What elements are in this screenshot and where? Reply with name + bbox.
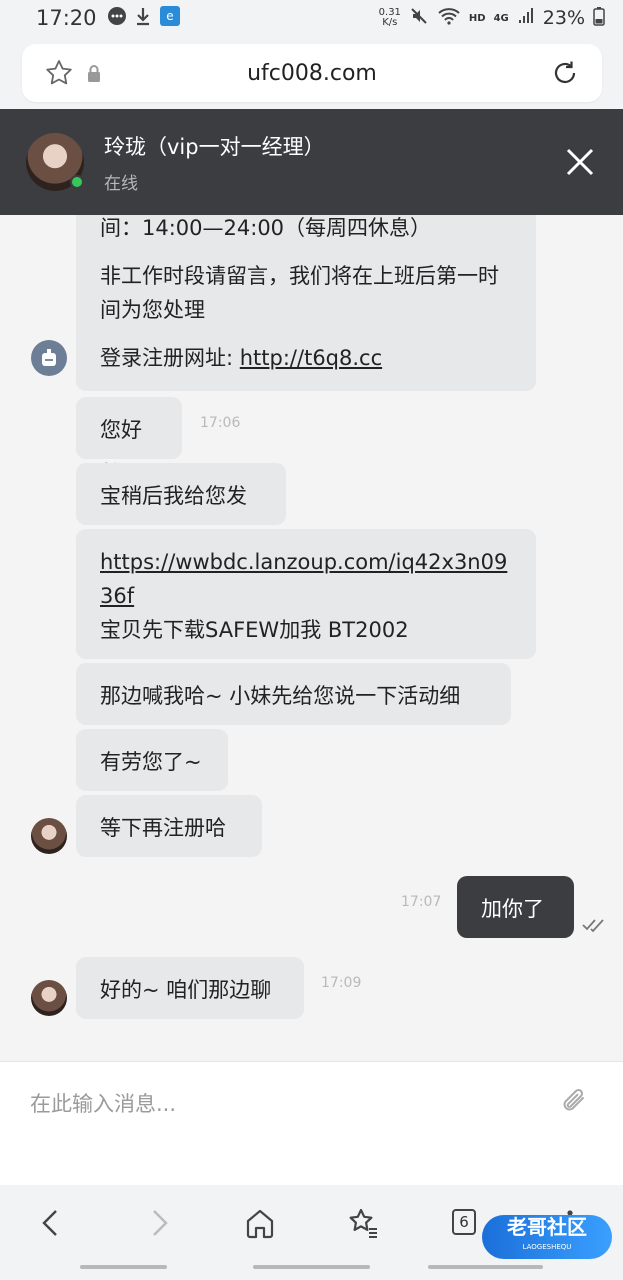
- message-text: 宝贝先下载SAFEW加我 BT2002: [100, 618, 409, 642]
- battery-icon: [593, 6, 605, 30]
- message-text: 间：14:00—24:00（每周四休息）: [100, 216, 432, 240]
- message-input-area: 在此输入消息...: [0, 1061, 623, 1185]
- agent-name: 玲珑（vip一对一经理）: [104, 134, 325, 159]
- app-notification-icon: e: [159, 5, 181, 31]
- watermark-title: 老哥社区: [507, 1215, 587, 1239]
- message-text: 那边喊我哈~ 小妹先给您说一下活动细: [100, 684, 461, 708]
- message-text: 好的~ 咱们那边聊: [100, 978, 272, 1002]
- svg-text:e: e: [166, 9, 173, 23]
- forward-icon[interactable]: [140, 1205, 176, 1241]
- message-timestamp: 17:07: [401, 894, 442, 910]
- tabs-button[interactable]: 6: [452, 1209, 476, 1235]
- message-timestamp: 17:09: [321, 975, 362, 991]
- bookmarks-icon[interactable]: [345, 1205, 381, 1241]
- home-icon[interactable]: [242, 1205, 278, 1241]
- reload-icon[interactable]: [550, 58, 580, 92]
- agent-avatar-small: [31, 980, 67, 1016]
- gesture-bar: [253, 1265, 370, 1269]
- back-icon[interactable]: [34, 1205, 70, 1241]
- online-indicator: [70, 175, 84, 189]
- signal-icon: [517, 7, 535, 29]
- chat-notification-icon: [107, 6, 127, 30]
- battery-percent: 23%: [542, 7, 585, 29]
- register-link[interactable]: http://t6q8.cc: [240, 346, 382, 370]
- message-text: 非工作时段请留言，我们将在上班后第一时间为您处理: [100, 264, 499, 322]
- message-agent: 等下再注册哈: [76, 795, 262, 857]
- watermark-subtitle: LAOGESHEQU: [522, 1243, 572, 1251]
- net-speed-unit: K/s: [382, 17, 398, 28]
- message-bot-welcome: 间：14:00—24:00（每周四休息） 非工作时段请留言，我们将在上班后第一时…: [76, 215, 536, 391]
- signal-4g-label: 4G: [493, 12, 509, 24]
- url-text[interactable]: ufc008.com: [22, 61, 602, 86]
- agent-status: 在线: [104, 173, 138, 194]
- message-agent: 您好~: [76, 397, 182, 476]
- address-bar[interactable]: ufc008.com: [22, 44, 602, 102]
- message-agent: 好的~ 咱们那边聊: [76, 957, 304, 1019]
- message-text: 有劳您了~: [100, 750, 202, 774]
- register-label: 登录注册网址:: [100, 346, 240, 370]
- agent-avatar: [26, 133, 84, 191]
- network-hd-label: HD: [468, 12, 486, 24]
- bookmark-star-icon[interactable]: [44, 58, 74, 92]
- message-agent: https://wwbdc.lanzoup.com/iq42x3n0936f 宝…: [76, 529, 536, 659]
- message-agent: 宝稍后我给您发: [76, 463, 286, 525]
- message-text: 登录注册网址: http://t6q8.cc: [100, 341, 512, 375]
- agent-avatar-small: [31, 818, 67, 854]
- chat-header: 玲珑（vip一对一经理） 在线: [0, 109, 623, 215]
- download-icon: [135, 6, 151, 30]
- gesture-bar: [428, 1265, 543, 1269]
- clock: 17:20: [36, 6, 97, 30]
- wifi-icon: [437, 6, 461, 30]
- status-bar: 17:20 e 0.31 K/s HD 4G 23%: [0, 0, 623, 36]
- watermark-logo: 老哥社区 LAOGESHEQU: [482, 1215, 612, 1259]
- read-receipt-icon: [582, 917, 606, 937]
- net-speed: 0.31 K/s: [379, 8, 401, 28]
- message-agent: 那边喊我哈~ 小妹先给您说一下活动细: [76, 663, 511, 725]
- message-agent: 有劳您了~: [76, 729, 228, 791]
- agent-info: 玲珑（vip一对一经理） 在线: [104, 131, 325, 194]
- download-link[interactable]: https://wwbdc.lanzoup.com/iq42x3n0936f: [100, 545, 512, 613]
- mute-icon: [409, 6, 429, 30]
- close-icon[interactable]: [565, 147, 595, 177]
- status-indicators: 0.31 K/s HD 4G 23%: [379, 6, 605, 30]
- lock-icon: [86, 64, 102, 88]
- message-text: 等下再注册哈: [100, 816, 226, 840]
- message-timestamp: 17:06: [200, 415, 241, 431]
- message-user: 加你了: [457, 876, 574, 938]
- gesture-bar: [80, 1265, 167, 1269]
- message-text: 加你了: [481, 897, 544, 921]
- message-input[interactable]: 在此输入消息...: [30, 1088, 176, 1118]
- bot-avatar: [31, 340, 67, 376]
- attachment-icon[interactable]: [561, 1086, 589, 1120]
- chat-messages[interactable]: 间：14:00—24:00（每周四休息） 非工作时段请留言，我们将在上班后第一时…: [0, 215, 623, 1061]
- message-text: 宝稍后我给您发: [100, 484, 247, 508]
